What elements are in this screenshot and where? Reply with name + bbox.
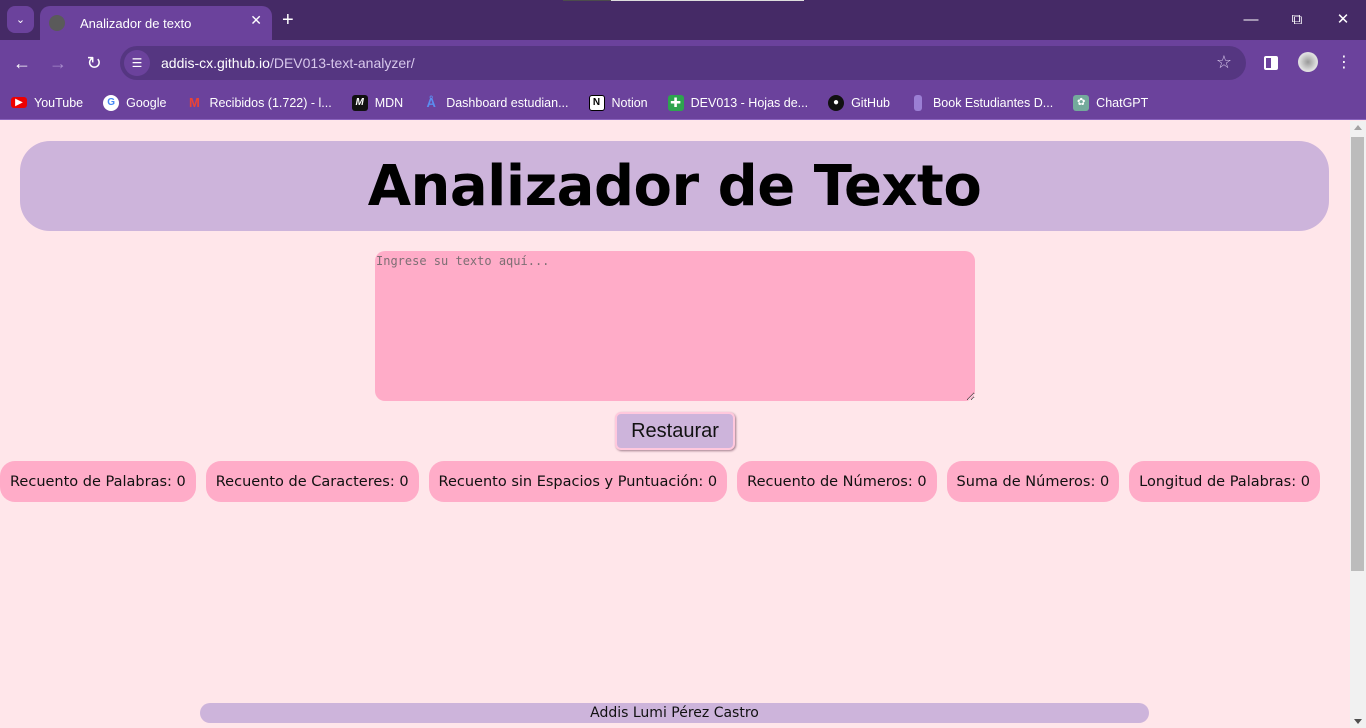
bookmark-gmail[interactable]: M Recibidos (1.722) - l... (186, 95, 332, 111)
arrow-right-icon: → (49, 53, 67, 73)
back-button[interactable]: ← (9, 50, 35, 76)
stat-word-count: Recuento de Palabras: 0 (0, 461, 196, 502)
top-strip (611, 0, 804, 1)
stat-character-count: Recuento de Caracteres: 0 (205, 461, 419, 502)
bookmark-label: YouTube (34, 95, 84, 110)
menu-dots-icon[interactable]: ⋮ (1336, 50, 1352, 76)
bookmark-chatgpt[interactable]: ✿ ChatGPT (1073, 94, 1149, 111)
book-icon (913, 94, 922, 111)
mdn-icon: M (351, 94, 368, 111)
new-tab-button[interactable]: + (282, 8, 294, 32)
bookmark-label: Recibidos (1.722) - l... (209, 95, 332, 110)
bookmark-book[interactable]: Book Estudiantes D... (910, 94, 1054, 111)
top-strip (563, 0, 611, 1)
bookmark-mdn[interactable]: M MDN (351, 94, 404, 111)
arrow-left-icon: ← (13, 53, 31, 73)
bookmark-label: DEV013 - Hojas de... (690, 95, 809, 110)
bookmark-label: Dashboard estudian... (446, 95, 569, 110)
sheets-icon: ✚ (667, 94, 684, 111)
github-icon: ● (828, 94, 845, 111)
chevron-down-icon: ⌄ (15, 14, 26, 26)
reset-button[interactable]: Restaurar (615, 412, 735, 450)
bookmark-sheets[interactable]: ✚ DEV013 - Hojas de... (667, 94, 809, 111)
vertical-scrollbar[interactable] (1350, 121, 1366, 728)
tab-search-button[interactable]: ⌄ (7, 6, 34, 33)
bookmark-dashboard[interactable]: Å Dashboard estudian... (423, 95, 568, 111)
close-tab-icon[interactable]: ✕ (250, 12, 262, 29)
profile-avatar[interactable] (1298, 52, 1318, 72)
bookmark-github[interactable]: ● GitHub (828, 94, 890, 111)
url-path: /DEV013-text-analyzer/ (269, 55, 415, 71)
dashboard-icon: Å (426, 95, 436, 110)
stat-number-count: Recuento de Números: 0 (737, 461, 937, 502)
page-content: Analizador de Texto Restaurar Recuento d… (0, 121, 1350, 728)
title-bar: ⌄ Analizador de texto ✕ + — ⧉ ✕ (0, 0, 1366, 40)
notion-icon: N (588, 94, 605, 111)
bookmark-label: Notion (611, 95, 648, 110)
reload-icon: ↻ (86, 53, 102, 73)
minimize-button[interactable]: — (1228, 8, 1274, 32)
tab-title: Analizador de texto (80, 15, 192, 31)
bookmark-label: Google (126, 95, 167, 110)
bookmark-label: Book Estudiantes D... (932, 95, 1054, 110)
page-header: Analizador de Texto (20, 141, 1329, 231)
browser-toolbar: ← → ↻ ☰ addis-cx.github.io/DEV013-text-a… (0, 40, 1366, 86)
scroll-down-arrow-icon[interactable] (1354, 719, 1362, 724)
gmail-icon: M (189, 95, 200, 110)
text-input[interactable] (375, 251, 975, 401)
url-text[interactable]: addis-cx.github.io/DEV013-text-analyzer/ (161, 55, 415, 71)
stat-character-no-spaces-count: Recuento sin Espacios y Puntuación: 0 (428, 461, 728, 502)
page-title: Analizador de Texto (367, 153, 982, 219)
scroll-up-arrow-icon[interactable] (1354, 125, 1362, 130)
stat-number-sum: Suma de Números: 0 (946, 461, 1120, 502)
globe-icon (49, 15, 65, 31)
bookmark-label: GitHub (851, 95, 890, 110)
stat-word-length: Longitud de Palabras: 0 (1129, 461, 1320, 502)
bookmarks-bar: ▶ YouTube G Google M Recibidos (1.722) - l.… (0, 86, 1366, 120)
restore-button[interactable]: ⧉ (1274, 8, 1320, 32)
address-bar[interactable]: ☰ addis-cx.github.io/DEV013-text-analyze… (120, 46, 1246, 80)
bookmark-label: ChatGPT (1096, 95, 1149, 110)
bookmark-youtube[interactable]: ▶ YouTube (11, 96, 83, 110)
browser-tab[interactable]: Analizador de texto ✕ (40, 6, 272, 40)
bookmark-notion[interactable]: N Notion (588, 94, 648, 111)
forward-button[interactable]: → (45, 50, 71, 76)
bookmark-google[interactable]: G Google (103, 94, 167, 111)
google-icon: G (103, 94, 120, 111)
youtube-icon: ▶ (11, 97, 27, 108)
reload-button[interactable]: ↻ (81, 50, 107, 76)
url-host: addis-cx.github.io (161, 55, 270, 71)
side-panel-icon[interactable] (1264, 56, 1278, 70)
bookmark-star-icon[interactable]: ☆ (1216, 52, 1232, 73)
bookmark-label: MDN (374, 95, 404, 110)
page-footer: Addis Lumi Pérez Castro (200, 703, 1149, 723)
site-info-icon[interactable]: ☰ (124, 50, 150, 76)
chatgpt-icon: ✿ (1073, 94, 1090, 111)
scrollbar-thumb[interactable] (1351, 137, 1364, 571)
stats-list: Recuento de Palabras: 0 Recuento de Cara… (0, 461, 1330, 502)
close-window-button[interactable]: ✕ (1320, 8, 1366, 32)
